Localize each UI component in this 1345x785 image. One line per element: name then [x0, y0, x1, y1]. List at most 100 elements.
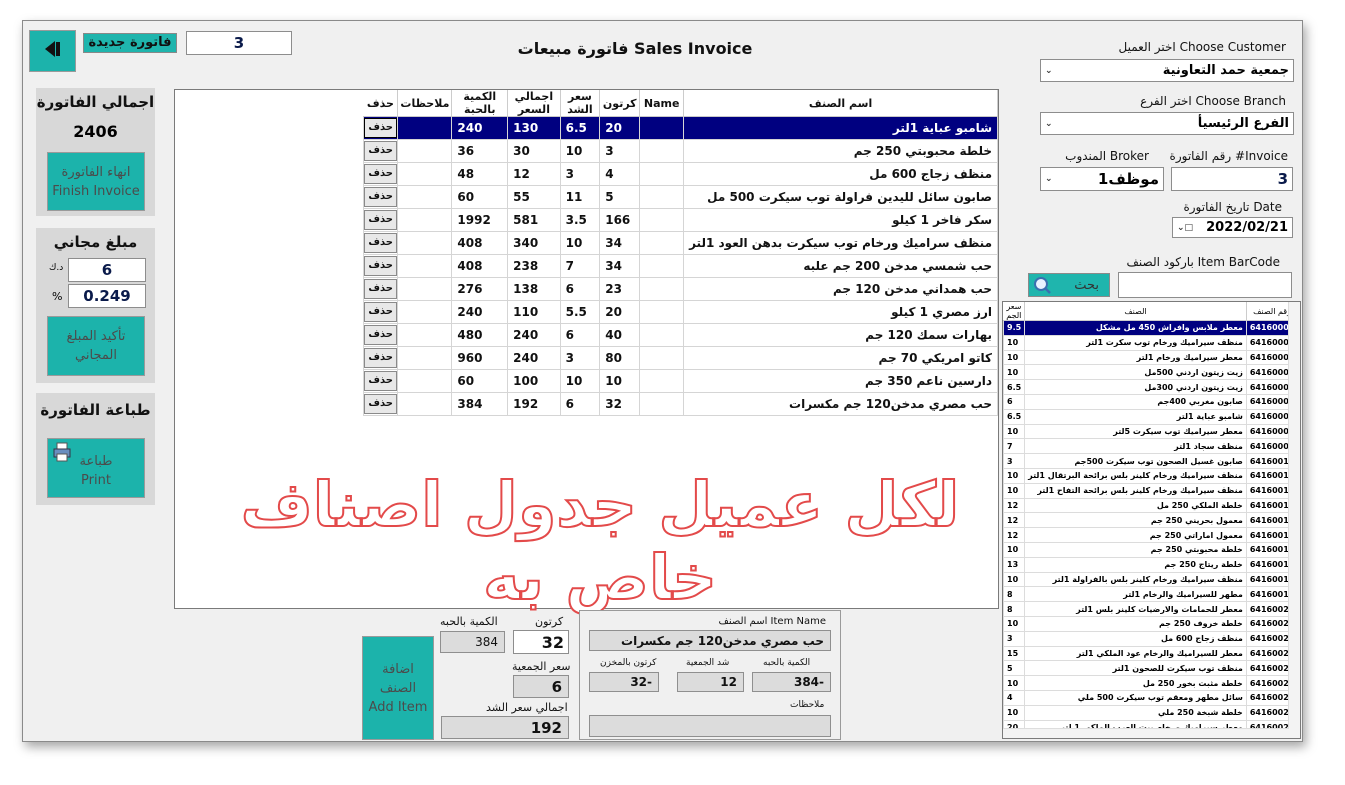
- product-price: 12: [1003, 527, 1026, 543]
- delete-row-button[interactable]: حذف: [364, 256, 397, 276]
- delete-row-button[interactable]: حذف: [364, 394, 397, 414]
- product-price: 8: [1003, 586, 1026, 603]
- free-amount-title: مبلغ مجاني: [53, 233, 138, 251]
- table-row[interactable]: دارسين ناعم 350 جم 10 10 100 60 حذف: [362, 369, 998, 393]
- list-item[interactable]: 64160023 منظف زجاج 600 مل 3: [1003, 630, 1299, 647]
- product-price: 12: [1003, 497, 1026, 514]
- grid-cell-total: 30: [507, 139, 561, 163]
- list-item[interactable]: 64160009 منظف سجاد 1لتر 7: [1003, 438, 1299, 455]
- grid-cell-bundle-price: 6: [559, 323, 601, 347]
- grid-cell-name: [639, 392, 685, 416]
- delete-row-button[interactable]: حذف: [364, 348, 397, 368]
- list-item[interactable]: 64160016 خلطة محبوبتي 250 جم 10: [1003, 541, 1299, 558]
- list-item[interactable]: 64160015 معمول اماراتي 250 جم 12: [1003, 527, 1299, 543]
- add-item-button[interactable]: اضافة الصنف Add Item: [362, 636, 434, 740]
- grid-cell-delete: حذف: [362, 254, 399, 278]
- table-row[interactable]: حب همداني مدخن 120 جم 23 6 138 276 حذف: [362, 277, 998, 301]
- list-item[interactable]: 64160019 مطهر للسيراميك والرخام 1لتر 8: [1003, 586, 1299, 603]
- carton-input[interactable]: 32: [513, 630, 569, 654]
- delete-row-button[interactable]: حذف: [364, 141, 397, 161]
- table-row[interactable]: ارز مصري 1 كيلو 20 5.5 110 240 حذف: [362, 300, 998, 324]
- list-item[interactable]: 64160002 منظف سيراميك ورخام توب سكرت 1لتر…: [1003, 334, 1299, 351]
- list-item[interactable]: 64160026 خلطة مثبت بخور 250 مل 10: [1003, 675, 1299, 691]
- customer-select[interactable]: ⌄ جمعية حمد التعاونية: [1040, 59, 1294, 82]
- table-row[interactable]: كاتو امريكي 70 جم 80 3 240 960 حذف: [362, 346, 998, 370]
- grid-cell-carton: 20: [599, 116, 641, 140]
- list-item[interactable]: 64160018 منظف سيراميك ورخام كلينر بلس بال…: [1003, 571, 1299, 588]
- list-item[interactable]: 64160005 زيت زيتون اردني 300مل 6.5: [1003, 379, 1299, 395]
- print-button[interactable]: طباعة Print: [47, 438, 145, 498]
- grid-cell-name: [639, 369, 685, 393]
- delete-row-button[interactable]: حذف: [364, 325, 397, 345]
- table-row[interactable]: حب شمسي مدخن 200 جم علبه 34 7 238 408 حذف: [362, 254, 998, 278]
- list-item[interactable]: 64160013 خلطة الملكي 250 مل 12: [1003, 497, 1299, 514]
- col-bundle-price: سعر الشد: [560, 90, 601, 117]
- notes-field[interactable]: [589, 715, 831, 737]
- date-label: تاريخ الفاتورة Date: [1183, 200, 1282, 214]
- delete-row-button[interactable]: حذف: [364, 164, 397, 184]
- list-item[interactable]: 64160017 خلطة ريتاج 250 جم 13: [1003, 556, 1299, 573]
- finish-invoice-button[interactable]: انهاء الفاتورة Finish Invoice: [47, 152, 145, 211]
- search-button[interactable]: بحث: [1028, 273, 1110, 297]
- list-item[interactable]: 64160004 زيت زيتون اردني 500مل 10: [1003, 364, 1299, 381]
- list-item[interactable]: 64160027 سائل مطهر ومعقم توب سيكرت 500 مل…: [1003, 689, 1299, 706]
- list-item[interactable]: 64160003 معطر سيراميك ورخام 1لتر 10: [1003, 349, 1299, 366]
- table-row[interactable]: حب مصري مدخن120 جم مكسرات 32 6 192 384 حذف: [362, 392, 998, 416]
- product-name: منظف توب سيكرت للصحون 1لتر: [1024, 660, 1247, 677]
- list-item[interactable]: 64160006 صابون مغربي 400جم 6: [1003, 393, 1299, 410]
- table-row[interactable]: سكر فاخر 1 كيلو 166 3.5 581 1992 حذف: [362, 208, 998, 232]
- branch-select[interactable]: ⌄ الفرع الرئيسيأ: [1040, 112, 1294, 135]
- delete-row-button[interactable]: حذف: [364, 279, 397, 299]
- delete-row-button[interactable]: حذف: [364, 233, 397, 253]
- new-invoice-button[interactable]: فاتورة جديدة: [83, 33, 177, 53]
- list-item[interactable]: 64160010 صابون غسيل الصحون توب سيكرت 500ج…: [1003, 453, 1299, 469]
- bundle-total-field: 192: [441, 716, 569, 739]
- grid-cell-qty: 1992: [451, 208, 509, 232]
- table-row[interactable]: خلطة محبوبتي 250 جم 3 10 30 36 حذف: [362, 139, 998, 163]
- list-item[interactable]: 64160001 معطر ملابس وافراش 450 مل مشكل 9.5: [1003, 320, 1299, 336]
- item-name-field: حب مصري مدخن120 جم مكسرات: [589, 630, 831, 651]
- date-value: 2022/02/21: [1206, 220, 1288, 235]
- list-item[interactable]: 64160024 معطر للسيراميك والرخام عود الملك…: [1003, 645, 1299, 662]
- finish-label-ar: انهاء الفاتورة: [61, 164, 131, 180]
- free-percent-input[interactable]: 0.249: [68, 284, 146, 308]
- free-amount-input[interactable]: 6: [68, 258, 146, 282]
- list-item[interactable]: 64160011 منظف سيراميك ورخام كلينر بلس برا…: [1003, 467, 1299, 484]
- confirm-label-1: تأكيد المبلغ: [66, 329, 126, 344]
- date-picker[interactable]: ⌄□ 2022/02/21: [1172, 217, 1293, 238]
- delete-row-button[interactable]: حذف: [364, 187, 397, 207]
- table-row[interactable]: منظف زجاج 600 مل 4 3 12 48 حذف: [362, 162, 998, 186]
- vertical-scrollbar[interactable]: [1288, 302, 1300, 738]
- product-price: 10: [1003, 423, 1026, 440]
- table-row[interactable]: شامبو عباية 1لتر 20 6.5 130 240 حذف: [362, 116, 998, 140]
- list-item[interactable]: 64160021 خلطة خروف 250 جم 10: [1003, 615, 1299, 632]
- table-row[interactable]: صابون سائل لليدين فراولة توب سيكرت 500 م…: [362, 185, 998, 209]
- grid-cell-bundle-price: 10: [559, 369, 601, 393]
- delete-row-button[interactable]: حذف: [364, 210, 397, 230]
- list-item[interactable]: 64160012 منظف سيراميك ورخام كلينر بلس برا…: [1003, 482, 1299, 499]
- table-row[interactable]: منظف سراميك ورخام توب سيكرت بدهن العود 1…: [362, 231, 998, 255]
- broker-select[interactable]: ⌄ موظف1: [1040, 167, 1164, 191]
- list-item[interactable]: 64160020 معطر للحمامات والارضيات كلينر بل…: [1003, 601, 1299, 617]
- grid-cell-delete: حذف: [362, 185, 399, 209]
- delete-row-button[interactable]: حذف: [364, 302, 397, 322]
- delete-row-button[interactable]: حذف: [364, 371, 397, 391]
- list-item[interactable]: 64160014 معمول بحريني 250 جم 12: [1003, 512, 1299, 529]
- table-row[interactable]: بهارات سمك 120 جم 40 6 240 480 حذف: [362, 323, 998, 347]
- back-button[interactable]: [29, 30, 76, 72]
- confirm-free-amount-button[interactable]: تأكيد المبلغ المجاني: [47, 316, 145, 376]
- horizontal-scrollbar[interactable]: [1003, 728, 1289, 738]
- col-total: اجمالي السعر: [507, 90, 561, 117]
- branch-label: اختر الفرع Choose Branch: [1140, 94, 1286, 108]
- grid-cell-carton: 40: [599, 323, 641, 347]
- list-item[interactable]: 64160008 معطر سيراميك توب سيكرت 5لتر 10: [1003, 423, 1299, 440]
- list-item[interactable]: 64160025 منظف توب سيكرت للصحون 1لتر 5: [1003, 660, 1299, 677]
- grid-cell-delete: حذف: [362, 323, 399, 347]
- barcode-input[interactable]: [1118, 272, 1292, 298]
- invoice-no-input[interactable]: 3: [1171, 167, 1293, 191]
- delete-row-button[interactable]: حذف: [364, 118, 397, 138]
- grid-cell-carton: 23: [599, 277, 641, 301]
- list-item[interactable]: 64160028 خلطة شبخة 250 ملي 10: [1003, 704, 1299, 721]
- list-item[interactable]: 64160007 شامبو عباية 1لتر 6.5: [1003, 408, 1299, 425]
- grid-cell-qty: 276: [451, 277, 509, 301]
